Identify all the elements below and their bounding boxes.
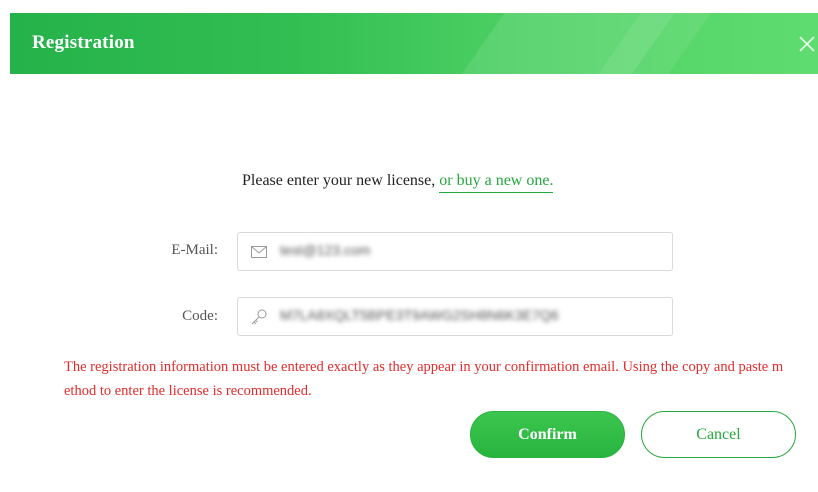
registration-warning: The registration information must be ent… [64, 359, 784, 399]
code-field[interactable]: M7LA8XQLT5BPE3T9AWG2SH8N6K3E7Q6 [237, 297, 673, 336]
title-bar: Registration [10, 13, 818, 74]
key-icon [251, 309, 267, 325]
code-label: Code: [182, 308, 218, 324]
license-prompt: Please enter your new license, or buy a … [242, 172, 554, 193]
close-icon [799, 36, 815, 52]
envelope-icon [251, 246, 267, 258]
cancel-button[interactable]: Cancel [641, 411, 796, 458]
close-button[interactable] [796, 33, 818, 55]
email-field[interactable]: test@123.com [237, 232, 673, 271]
registration-dialog: Registration Please enter your new licen… [10, 13, 818, 492]
dialog-title: Registration [32, 32, 135, 53]
prompt-text: Please enter your new license, [242, 172, 440, 189]
email-value: test@123.com [280, 242, 371, 258]
email-label: E-Mail: [171, 242, 218, 258]
buy-license-link[interactable]: or buy a new one. [439, 172, 554, 193]
confirm-button[interactable]: Confirm [470, 411, 625, 458]
code-value: M7LA8XQLT5BPE3T9AWG2SH8N6K3E7Q6 [280, 307, 559, 323]
